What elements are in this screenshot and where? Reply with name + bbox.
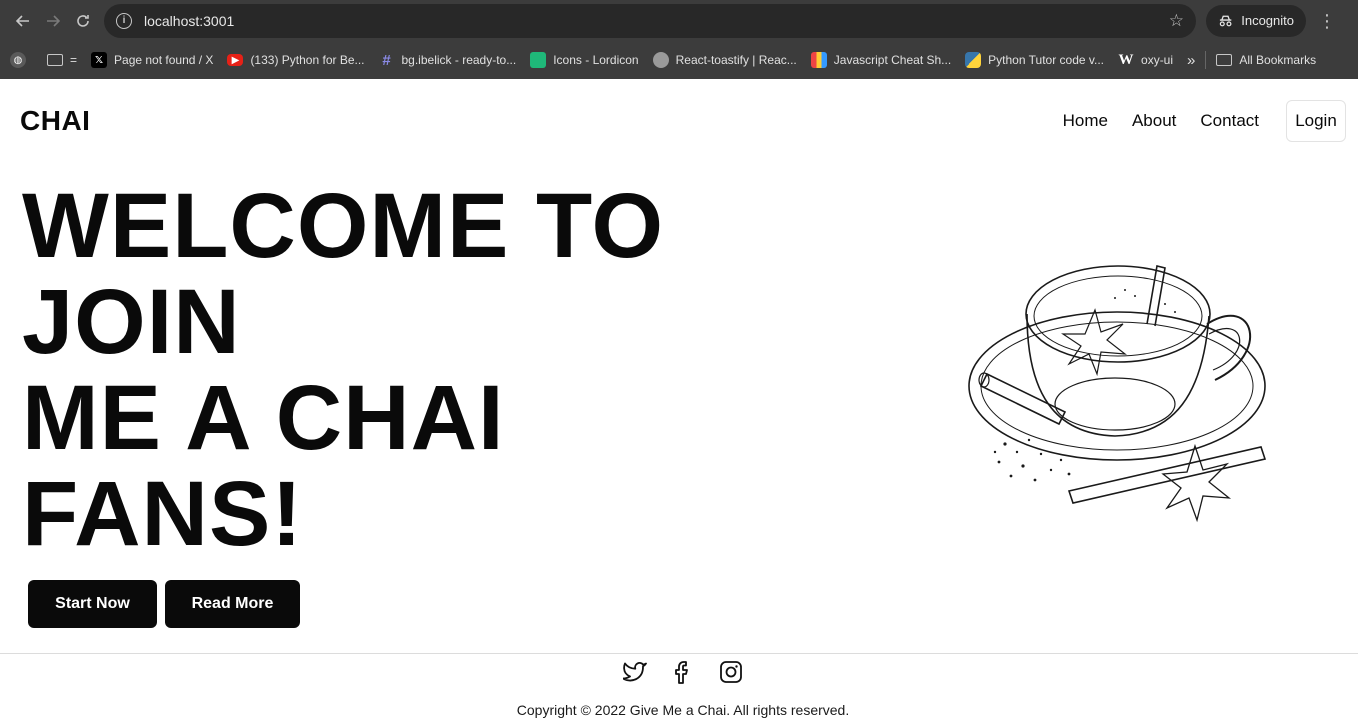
hash-icon: #: [382, 51, 391, 69]
bookmark-globe[interactable]: ◍: [10, 52, 33, 68]
site-info-icon[interactable]: i: [116, 12, 132, 29]
bookmark-folder[interactable]: =: [47, 53, 77, 67]
url-text[interactable]: localhost:3001: [144, 13, 1169, 29]
toastify-icon: [652, 52, 669, 68]
instagram-icon: [720, 661, 742, 683]
bookmark-5[interactable]: Javascript Cheat Sh...: [810, 52, 952, 68]
python-icon: [965, 52, 982, 68]
w-icon: W: [1118, 51, 1134, 68]
globe-icon: ◍: [10, 52, 26, 68]
more-menu-icon[interactable]: ⋮: [1318, 12, 1336, 30]
bookmark-label: Page not found / X: [114, 53, 214, 67]
twitter-icon: [623, 662, 647, 682]
forward-button[interactable]: [38, 6, 68, 36]
bookmark-label: Python Tutor code v...: [988, 53, 1105, 67]
chai-cup-illustration: [968, 265, 1267, 523]
bookmark-label: React-toastify | Reac...: [675, 53, 797, 67]
incognito-label: Incognito: [1241, 13, 1294, 28]
browser-toolbar: i localhost:3001 ☆ Incognito ⋮: [0, 0, 1358, 41]
social-links: [622, 659, 766, 685]
bookmark-1[interactable]: ▶ (133) Python for Be...: [227, 53, 365, 67]
bookmarks-overflow-button[interactable]: »: [1187, 52, 1195, 69]
incognito-icon: [1219, 15, 1232, 26]
read-more-button[interactable]: Read More: [165, 580, 300, 628]
bookmark-label: bg.ibelick - ready-to...: [401, 53, 517, 67]
all-bookmarks-label: All Bookmarks: [1239, 53, 1317, 67]
folder-icon: [1216, 54, 1233, 66]
lordicon-icon: [530, 52, 547, 68]
youtube-icon: ▶: [227, 54, 244, 66]
all-bookmarks[interactable]: All Bookmarks: [1216, 53, 1316, 67]
twitter-link[interactable]: [622, 659, 648, 685]
arrow-right-icon: [47, 14, 61, 27]
bookmark-star-icon[interactable]: ☆: [1169, 11, 1184, 31]
start-now-button[interactable]: Start Now: [28, 580, 157, 628]
x-icon: 𝕏: [91, 52, 108, 68]
bookmark-label: Icons - Lordicon: [553, 53, 639, 67]
hero-line-4: FANS!: [22, 463, 303, 565]
nav-links: Home About Contact Login: [1039, 99, 1346, 143]
bookmark-folder-label: =: [70, 53, 78, 67]
address-bar[interactable]: i localhost:3001 ☆: [104, 3, 1196, 38]
bookmark-label: oxy-ui: [1141, 53, 1174, 67]
hero-line-3: ME A CHAI: [22, 367, 505, 469]
copyright-text: Copyright © 2022 Give Me a Chai. All rig…: [516, 702, 850, 718]
bookmarks-divider: [1205, 51, 1207, 69]
reload-icon: [77, 14, 89, 27]
nav-home[interactable]: Home: [1063, 111, 1108, 131]
nav-about[interactable]: About: [1132, 111, 1176, 131]
bookmark-4[interactable]: React-toastify | Reac...: [652, 52, 797, 68]
folder-icon: [47, 54, 63, 66]
facebook-icon: [675, 661, 688, 684]
hero-title: WELCOME TO JOIN ME A CHAI FANS!: [22, 178, 664, 562]
bookmarks-bar: ◍ = 𝕏 Page not found / X ▶ (133) Python …: [0, 41, 1358, 79]
login-button[interactable]: Login: [1286, 100, 1346, 142]
bookmark-label: (133) Python for Be...: [250, 53, 365, 67]
bookmark-7[interactable]: W oxy-ui: [1118, 51, 1174, 68]
bookmark-label: Javascript Cheat Sh...: [833, 53, 952, 67]
footer-divider: [0, 653, 1358, 654]
instagram-link[interactable]: [718, 659, 744, 685]
browser-chrome: i localhost:3001 ☆ Incognito ⋮ ◍ = 𝕏 Pag…: [0, 0, 1358, 79]
site-logo[interactable]: CHAI: [20, 105, 90, 137]
web-page: CHAI Home About Contact Login WELCOME TO…: [0, 79, 1358, 726]
reload-button[interactable]: [68, 6, 98, 36]
hero-line-1: WELCOME TO: [22, 175, 665, 277]
bookmark-3[interactable]: Icons - Lordicon: [530, 52, 639, 68]
bookmark-2[interactable]: # bg.ibelick - ready-to...: [379, 51, 517, 69]
arrow-left-icon: [15, 14, 29, 27]
site-navbar: CHAI Home About Contact Login: [0, 99, 1358, 143]
bookmark-6[interactable]: Python Tutor code v...: [965, 52, 1104, 68]
bookmark-0[interactable]: 𝕏 Page not found / X: [91, 52, 213, 68]
double-chevron-icon: »: [1187, 51, 1196, 69]
nav-contact[interactable]: Contact: [1200, 111, 1259, 131]
back-button[interactable]: [8, 6, 38, 36]
incognito-badge[interactable]: Incognito: [1206, 4, 1306, 37]
facebook-link[interactable]: [670, 659, 696, 685]
hero-line-2: JOIN: [22, 271, 241, 373]
cheatsheet-icon: [810, 52, 827, 68]
